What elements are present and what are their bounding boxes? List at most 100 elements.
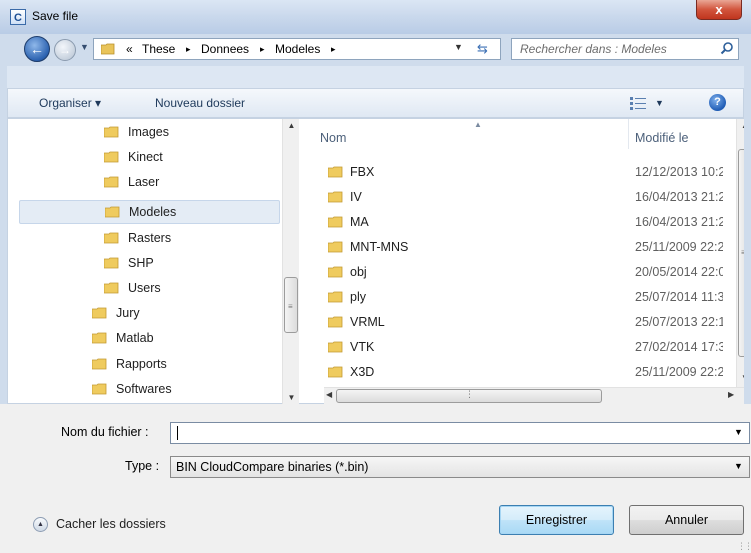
filename-history-chevron-icon[interactable]: ▼ xyxy=(734,427,743,437)
nav-item-images[interactable]: Images xyxy=(8,121,280,145)
search-input[interactable]: Rechercher dans : Modeles xyxy=(520,42,667,56)
new-folder-button[interactable]: Nouveau dossier xyxy=(155,96,245,110)
organize-button[interactable]: Organiser ▾ xyxy=(39,96,101,110)
help-icon[interactable]: ? xyxy=(709,94,726,111)
address-bar[interactable]: « These ▸ Donnees ▸ Modeles ▸ ▼ ⇆ xyxy=(93,38,501,60)
file-row[interactable]: VTK 27/02/2014 17:3 xyxy=(306,336,726,358)
nav-item-label: Rapports xyxy=(116,357,167,371)
file-name: MA xyxy=(350,215,369,229)
breadcrumb-separator-icon[interactable]: ▸ xyxy=(331,44,336,55)
scrollbar-thumb[interactable]: ≡ xyxy=(284,277,298,333)
file-row[interactable]: FBX 12/12/2013 10:2 xyxy=(306,161,726,183)
nav-scrollbar[interactable]: ▲ ≡ ▼ xyxy=(282,119,299,405)
file-row[interactable]: MA 16/04/2013 21:2 xyxy=(306,211,726,233)
forward-button[interactable]: → xyxy=(54,39,76,61)
nav-item-label: Rasters xyxy=(128,231,172,245)
file-name: X3D xyxy=(350,365,375,379)
grip-icon: ≡ xyxy=(288,302,293,311)
column-divider[interactable] xyxy=(628,119,629,149)
nav-item-users[interactable]: Users xyxy=(8,277,280,301)
breadcrumb-donnees[interactable]: Donnees xyxy=(201,42,249,56)
scroll-down-arrow-icon[interactable]: ▼ xyxy=(741,373,744,382)
column-header-modified[interactable]: Modifié le xyxy=(635,131,689,145)
scroll-up-arrow-icon[interactable]: ▲ xyxy=(283,121,300,130)
file-name: ply xyxy=(350,290,366,304)
nav-item-label: Matlab xyxy=(116,331,154,345)
nav-item-modeles[interactable]: Modeles xyxy=(19,200,280,224)
scroll-up-arrow-icon[interactable]: ▲ xyxy=(741,121,744,130)
file-name: VRML xyxy=(350,315,385,329)
scroll-right-arrow-icon[interactable]: ▶ xyxy=(728,390,734,399)
nav-item-kinect[interactable]: Kinect xyxy=(8,146,280,170)
back-button[interactable]: ← xyxy=(24,36,50,62)
scroll-down-arrow-icon[interactable]: ▼ xyxy=(283,393,300,402)
folder-icon xyxy=(104,151,119,163)
nav-item-label: Softwares xyxy=(116,382,172,396)
folder-icon xyxy=(328,216,343,228)
nav-item-jury[interactable]: Jury xyxy=(8,302,280,326)
resize-grip-icon[interactable]: ⋮⋮ xyxy=(737,541,751,552)
filename-label: Nom du fichier : xyxy=(61,425,149,439)
cancel-button[interactable]: Annuler xyxy=(629,505,744,535)
file-type-select[interactable]: BIN CloudCompare binaries (*.bin) ▼ xyxy=(170,456,750,478)
folder-icon xyxy=(104,257,119,269)
file-row[interactable]: X3D 25/11/2009 22:2 xyxy=(306,361,726,383)
folder-icon xyxy=(104,176,119,188)
nav-item-label: Users xyxy=(128,281,161,295)
nav-item-matlab[interactable]: Matlab xyxy=(8,327,280,351)
breadcrumb-overflow[interactable]: « xyxy=(126,42,133,56)
nav-item-softwares[interactable]: Softwares xyxy=(8,378,280,402)
file-row[interactable]: VRML 25/07/2013 22:1 xyxy=(306,311,726,333)
nav-item-label: Jury xyxy=(116,306,140,320)
file-row[interactable]: MNT-MNS 25/11/2009 22:2 xyxy=(306,236,726,258)
address-dropdown-icon[interactable]: ▼ xyxy=(454,42,463,52)
file-type-label: Type : xyxy=(125,459,160,473)
file-modified: 20/05/2014 22:0 xyxy=(635,265,723,279)
refresh-icon[interactable]: ⇆ xyxy=(477,41,488,57)
forward-arrow-icon: → xyxy=(59,43,71,57)
search-icon[interactable] xyxy=(720,41,734,55)
folder-icon xyxy=(328,316,343,328)
recent-locations-chevron-icon[interactable]: ▼ xyxy=(80,42,89,52)
file-row[interactable]: obj 20/05/2014 22:0 xyxy=(306,261,726,283)
breadcrumb-these[interactable]: These xyxy=(142,42,175,56)
breadcrumb-separator-icon[interactable]: ▸ xyxy=(260,44,265,55)
file-name: obj xyxy=(350,265,367,279)
view-options-icon[interactable] xyxy=(630,97,646,110)
file-modified: 16/04/2013 21:2 xyxy=(635,215,723,229)
file-row[interactable]: IV 16/04/2013 21:2 xyxy=(306,186,726,208)
file-list-horizontal-scrollbar[interactable]: ◀ ⋮ ▶ xyxy=(324,387,744,404)
breadcrumb-separator-icon[interactable]: ▸ xyxy=(186,44,191,55)
nav-item-laser[interactable]: Laser xyxy=(8,171,280,195)
window-title: Save file xyxy=(32,9,79,23)
folder-icon xyxy=(328,191,343,203)
nav-item-rasters[interactable]: Rasters xyxy=(8,227,280,251)
browser-panes: Images Kinect Laser Modeles Rasters SHP … xyxy=(7,118,744,405)
folder-icon xyxy=(328,166,343,178)
app-icon: C xyxy=(10,9,26,25)
file-name: FBX xyxy=(350,165,375,179)
save-button[interactable]: Enregistrer xyxy=(499,505,614,535)
folder-icon xyxy=(92,383,107,395)
nav-item-shp[interactable]: SHP xyxy=(8,252,280,276)
title-bar: C Save file x xyxy=(0,0,751,34)
view-options-chevron-icon[interactable]: ▼ xyxy=(655,98,664,108)
folder-icon xyxy=(105,206,120,218)
search-box[interactable]: Rechercher dans : Modeles xyxy=(511,38,739,60)
collapse-folders-icon[interactable]: ▲ xyxy=(33,517,48,532)
scrollbar-thumb[interactable]: ⋮ xyxy=(336,389,602,403)
hide-folders-toggle[interactable]: Cacher les dossiers xyxy=(56,517,166,531)
file-type-chevron-icon[interactable]: ▼ xyxy=(734,461,743,471)
folder-icon xyxy=(328,366,343,378)
file-list-vertical-scrollbar[interactable]: ▲ ≡ ▼ xyxy=(736,119,744,387)
nav-item-rapports[interactable]: Rapports xyxy=(8,353,280,377)
scrollbar-thumb[interactable]: ≡ xyxy=(738,149,744,357)
scroll-left-arrow-icon[interactable]: ◀ xyxy=(326,390,332,399)
filename-field[interactable]: ▼ xyxy=(170,422,750,444)
back-arrow-icon: ← xyxy=(30,41,44,57)
file-row[interactable]: ply 25/07/2014 11:3 xyxy=(306,286,726,308)
folder-icon xyxy=(101,43,115,55)
breadcrumb-modeles[interactable]: Modeles xyxy=(275,42,320,56)
column-header-name[interactable]: Nom xyxy=(320,131,346,145)
close-button[interactable]: x xyxy=(696,0,742,20)
